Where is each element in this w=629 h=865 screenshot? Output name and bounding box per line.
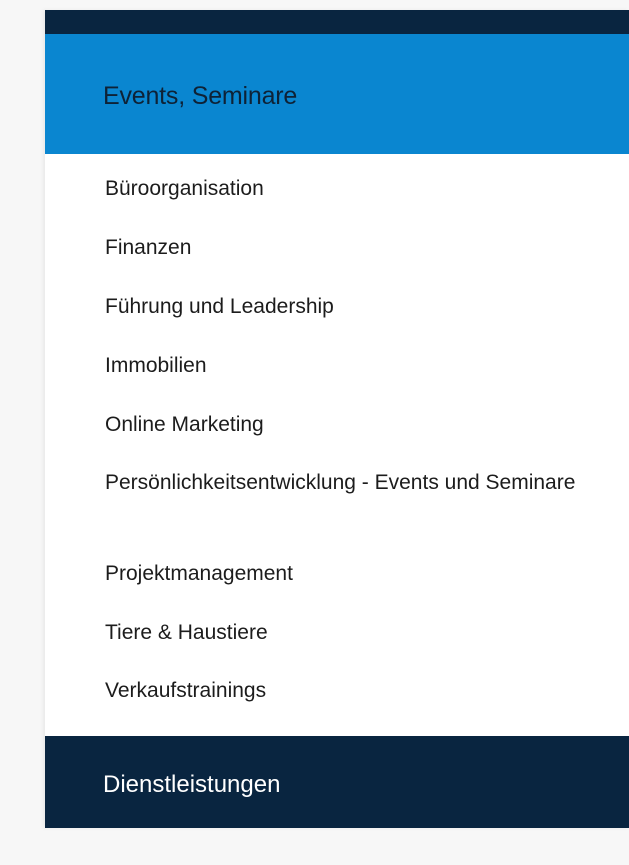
top-bar xyxy=(45,10,629,34)
menu-item-fuehrung-und-leadership[interactable]: Führung und Leadership xyxy=(105,295,605,318)
section-header-dienstleistungen[interactable]: Dienstleistungen xyxy=(45,736,629,828)
footer-section-label: Dienstleistungen xyxy=(103,771,281,798)
menu-item-persoenlichkeitsentwicklung[interactable]: Persönlichkeitsentwicklung - Events und … xyxy=(105,471,610,494)
menu-item-tiere-haustiere[interactable]: Tiere & Haustiere xyxy=(105,621,605,644)
menu-item-projektmanagement[interactable]: Projektmanagement xyxy=(105,562,605,585)
menu-item-finanzen[interactable]: Finanzen xyxy=(105,236,605,259)
menu-item-bueroorganisation[interactable]: Büroorganisation xyxy=(105,177,605,200)
section-header-label: Events, Seminare xyxy=(103,81,298,110)
menu-item-immobilien[interactable]: Immobilien xyxy=(105,354,605,377)
section-header-events-seminare[interactable]: Events, Seminare xyxy=(45,34,629,154)
category-menu-panel: Events, Seminare Büroorganisation Finanz… xyxy=(45,10,629,828)
menu-item-verkaufstrainings[interactable]: Verkaufstrainings xyxy=(105,679,605,702)
menu-item-online-marketing[interactable]: Online Marketing xyxy=(105,413,605,436)
